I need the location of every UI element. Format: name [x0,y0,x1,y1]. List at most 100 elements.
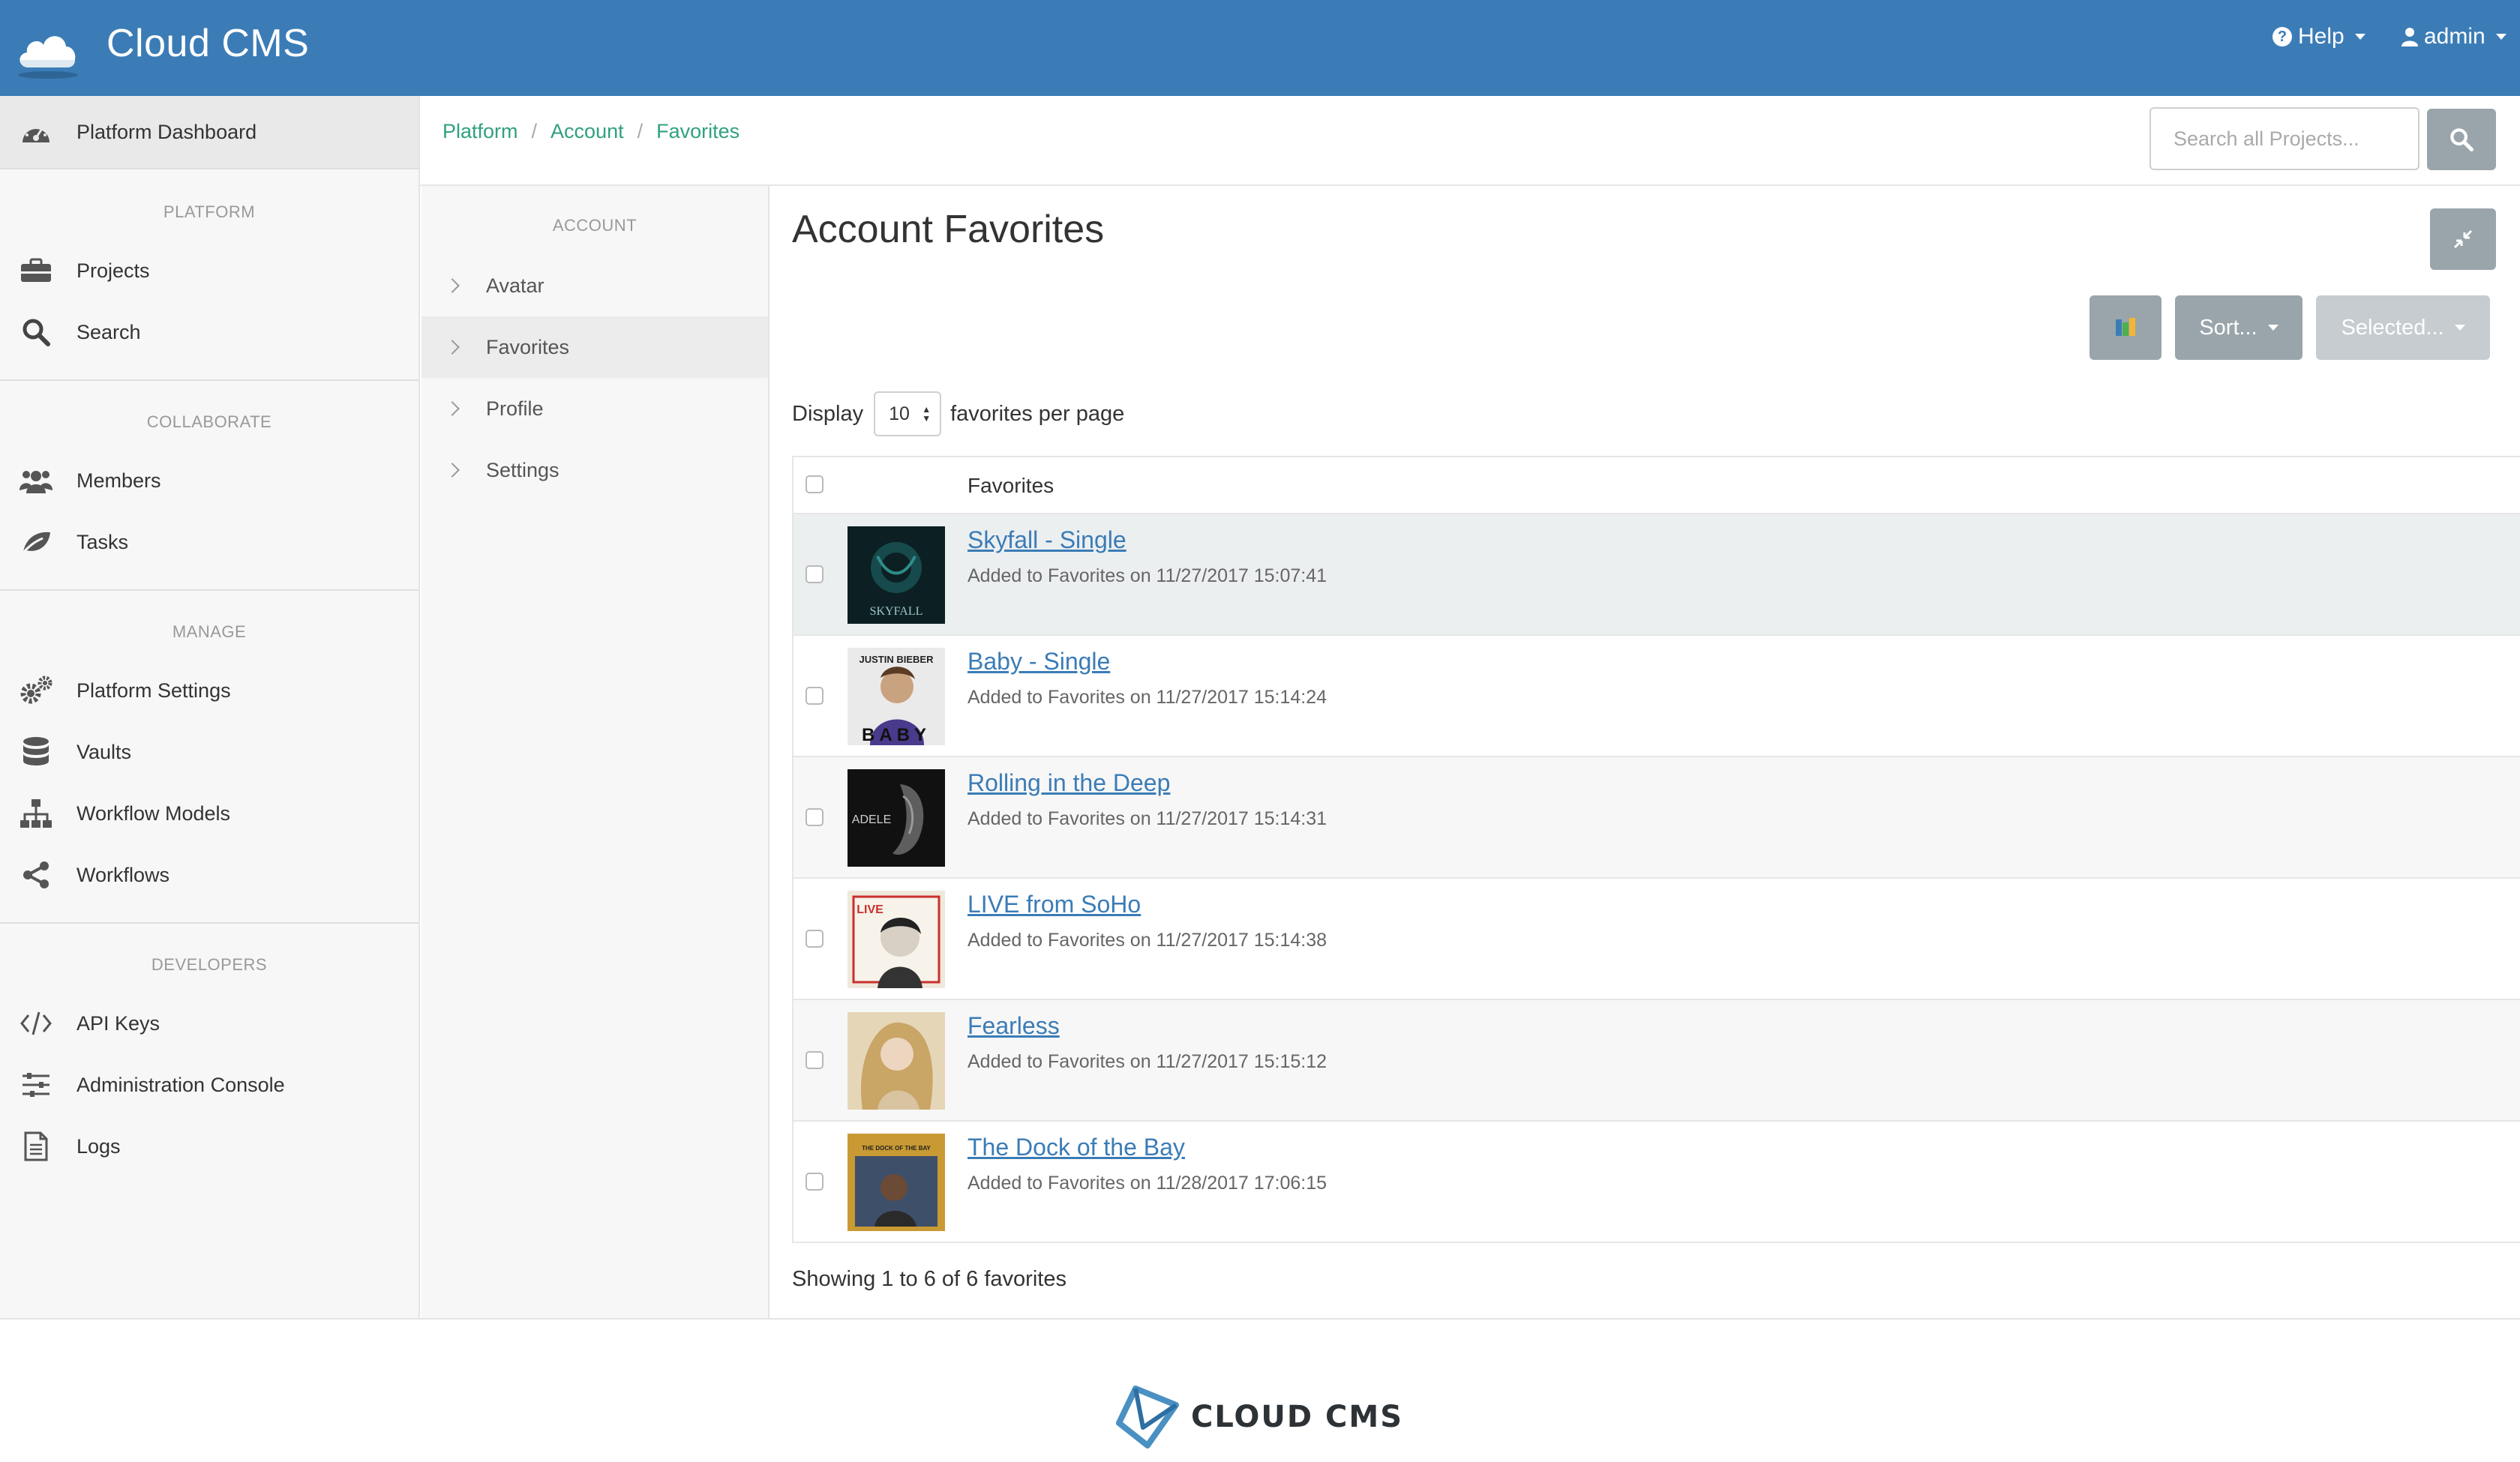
cover-text: ADELE [852,813,891,826]
sidebar-item-label: Administration Console [76,1073,285,1096]
subnav-item-label: Favorites [486,335,570,358]
pagination-summary: Showing 1 to 6 of 6 favorites [792,1267,1066,1291]
collapse-button[interactable] [2430,208,2496,270]
breadcrumb-separator: / [637,120,644,142]
sidebar-item-platform-dashboard[interactable]: Platform Dashboard [0,96,418,169]
caret-down-icon [2354,34,2366,40]
cover-text: LIVE [856,903,884,916]
favorite-title-link[interactable]: Skyfall - Single [968,526,1126,554]
table-row[interactable]: THE DOCK OF THE BAY The Dock of the Bay … [794,1122,2520,1243]
sidebar: Platform Dashboard PLATFORM Projects Sea… [0,96,420,1320]
caret-down-icon [2495,34,2506,40]
album-cover-rolling-in-the-deep[interactable]: ADELE [848,769,945,867]
subnav-title: ACCOUNT [552,216,638,235]
row-checkbox[interactable] [806,930,824,948]
subnav-item-label: Profile [486,397,544,420]
sidebar-item-logs[interactable]: Logs [0,1116,418,1177]
table-row[interactable]: ADELE Rolling in the Deep Added to Favor… [794,757,2520,879]
sidebar-item-label: Workflows [76,863,170,886]
section-title-platform: PLATFORM [163,202,256,221]
help-menu-label: Help [2298,24,2344,49]
sidebar-item-tasks[interactable]: Tasks [0,511,418,573]
help-menu[interactable]: ? Help [2272,24,2366,49]
sidebar-item-workflows[interactable]: Workflows [0,844,418,906]
sort-button-label: Sort... [2199,315,2258,340]
column-header-favorites: Favorites [968,474,1054,497]
album-cover-fearless[interactable] [848,1012,945,1110]
compress-icon [2453,229,2473,249]
footer-divider [0,1318,2520,1320]
row-checkbox[interactable] [806,808,824,826]
album-cover-live-from-soho[interactable]: LIVE [848,891,945,988]
chevron-right-icon [445,278,460,293]
per-page-suffix: favorites per page [950,401,1125,426]
footer-logo[interactable]: CLOUD CMS [1113,1380,1413,1455]
select-all-checkbox[interactable] [806,475,824,493]
favorite-title-link[interactable]: LIVE from SoHo [968,891,1141,918]
search-icon [20,316,52,349]
selected-actions-button[interactable]: Selected... [2316,295,2490,360]
sidebar-item-search[interactable]: Search [0,301,418,363]
favorite-title-link[interactable]: The Dock of the Bay [968,1134,1185,1161]
favorites-table: Favorites SKYFALL Skyfall - Single Added… [792,456,2520,1243]
sidebar-item-label: Platform Settings [76,679,231,702]
sidebar-item-projects[interactable]: Projects [0,240,418,301]
caret-down-icon [2454,325,2465,331]
row-checkbox[interactable] [806,565,824,583]
album-cover-skyfall[interactable]: SKYFALL [848,526,945,624]
table-row[interactable]: JUSTIN BIEBER BABY Baby - Single Added t… [794,636,2520,757]
grid-view-icon [2116,318,2135,336]
search-button[interactable] [2427,109,2496,170]
breadcrumb-platform[interactable]: Platform [442,120,518,143]
favorite-added-date: Added to Favorites on 11/27/2017 15:14:3… [968,808,1328,829]
sidebar-divider [0,589,418,591]
table-row[interactable]: LIVE LIVE from SoHo Added to Favorites o… [794,879,2520,1000]
album-cover-baby[interactable]: JUSTIN BIEBER BABY [848,648,945,745]
sidebar-item-label: API Keys [76,1011,160,1035]
cover-top-text: JUSTIN BIEBER [860,654,934,665]
subnav-item-profile[interactable]: Profile [422,378,768,439]
sidebar-item-workflow-models[interactable]: Workflow Models [0,783,418,844]
share-alt-icon [20,858,52,891]
breadcrumb: Platform / Account / Favorites [442,120,740,143]
sidebar-item-vaults[interactable]: Vaults [0,721,418,783]
sidebar-item-members[interactable]: Members [0,450,418,511]
cover-text: THE DOCK OF THE BAY [862,1145,931,1152]
cloud-cms-logo-icon [1116,1386,1179,1449]
sidebar-item-api-keys[interactable]: API Keys [0,993,418,1054]
sort-dropdown-button[interactable]: Sort... [2175,295,2302,360]
breadcrumb-favorites[interactable]: Favorites [656,120,740,143]
sidebar-item-administration-console[interactable]: Administration Console [0,1054,418,1116]
favorite-title-link[interactable]: Rolling in the Deep [968,769,1170,797]
album-cover-the-dock-of-the-bay[interactable]: THE DOCK OF THE BAY [848,1134,945,1231]
subnav-item-avatar[interactable]: Avatar [422,255,768,316]
row-checkbox[interactable] [806,1173,824,1191]
sidebar-item-platform-settings[interactable]: Platform Settings [0,660,418,721]
sidebar-divider [0,922,418,924]
favorite-added-date: Added to Favorites on 11/28/2017 17:06:1… [968,1173,1328,1194]
search-projects-input[interactable] [2150,107,2420,170]
row-checkbox[interactable] [806,1051,824,1069]
sidebar-divider [0,379,418,381]
breadcrumb-account[interactable]: Account [550,120,624,143]
sitemap-icon [20,797,52,830]
table-row[interactable]: SKYFALL Skyfall - Single Added to Favori… [794,514,2520,636]
top-navbar: Cloud CMS ? Help admin [0,0,2520,96]
favorite-added-date: Added to Favorites on 11/27/2017 15:14:2… [968,687,1328,708]
favorite-title-link[interactable]: Fearless [968,1012,1060,1040]
question-circle-icon: ? [2272,27,2292,46]
table-row[interactable]: Fearless Added to Favorites on 11/27/201… [794,1000,2520,1122]
subnav-item-favorites[interactable]: Favorites [422,316,768,378]
subnav-item-settings[interactable]: Settings [422,439,768,501]
per-page-select[interactable]: 10 ▲ ▼ [874,391,942,436]
selected-button-label: Selected... [2341,315,2444,340]
users-icon [20,464,52,497]
user-menu[interactable]: admin [2402,24,2506,49]
app-title[interactable]: Cloud CMS [106,21,309,66]
row-checkbox[interactable] [806,687,824,705]
sliders-icon [20,1068,52,1101]
favorite-title-link[interactable]: Baby - Single [968,648,1110,676]
view-toggle-button[interactable] [2090,295,2162,360]
sidebar-item-label: Members [76,469,161,492]
cloud-logo-icon[interactable] [15,18,81,81]
